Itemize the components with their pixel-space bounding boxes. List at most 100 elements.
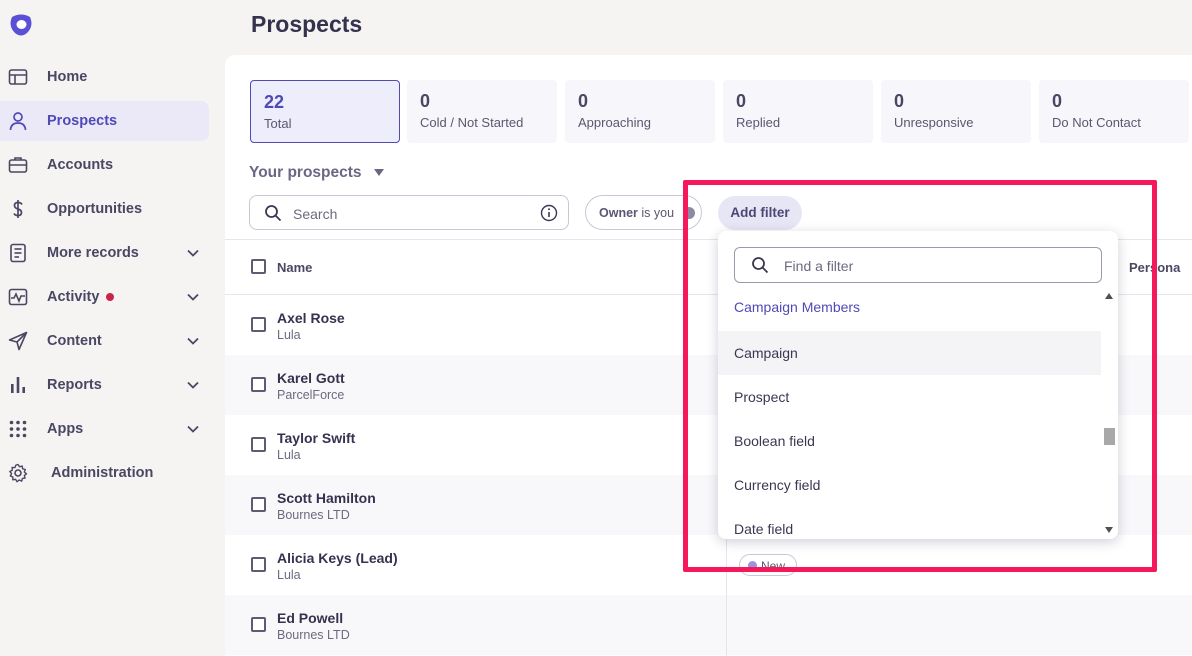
row-checkbox[interactable] [251, 377, 266, 392]
sidebar-item-reports[interactable]: Reports [0, 365, 209, 405]
status-badge: New [739, 554, 797, 576]
stat-label: Total [264, 116, 292, 131]
row-checkbox[interactable] [251, 437, 266, 452]
prospect-company: Lula [277, 448, 301, 462]
filter-option-label: Prospect [734, 389, 790, 405]
select-all-checkbox[interactable] [251, 259, 266, 274]
sidebar-item-apps[interactable]: Apps [0, 409, 209, 449]
activity-icon [8, 288, 28, 306]
column-header-persona[interactable]: Persona [1129, 260, 1180, 275]
grid-icon [9, 420, 27, 438]
scrollbar-thumb[interactable] [1104, 428, 1115, 445]
filter-option-label: Date field [734, 521, 794, 537]
prospect-company: Bournes LTD [277, 628, 350, 642]
sidebar: Home Prospects Accounts Opportunities Mo… [0, 0, 225, 656]
stat-value: 0 [1052, 91, 1063, 111]
stat-total[interactable]: 22 Total [250, 80, 400, 143]
sidebar-item-label: Accounts [47, 157, 114, 173]
sidebar-item-label: Administration [51, 465, 154, 481]
outreach-logo-icon[interactable] [8, 12, 34, 38]
filter-option-date-field[interactable]: Date field [718, 507, 1101, 539]
chevron-down-icon[interactable] [186, 378, 200, 392]
filter-option-boolean-field[interactable]: Boolean field [718, 419, 1101, 463]
filter-option-prospect[interactable]: Prospect [718, 375, 1101, 419]
prospect-name[interactable]: Alicia Keys (Lead) [277, 550, 398, 566]
scroll-down-arrow-icon[interactable] [1105, 527, 1113, 533]
stat-value: 0 [578, 91, 589, 111]
find-filter-input[interactable]: Find a filter [734, 247, 1102, 283]
find-filter-placeholder: Find a filter [784, 258, 854, 274]
records-icon [10, 243, 26, 263]
prospect-name[interactable]: Taylor Swift [277, 430, 355, 446]
gear-icon [9, 463, 28, 483]
stat-do-not-contact[interactable]: 0 Do Not Contact [1039, 80, 1189, 143]
filter-option-label: Campaign [734, 345, 798, 361]
search-icon [265, 205, 282, 222]
stat-value: 0 [420, 91, 431, 111]
prospect-name[interactable]: Ed Powell [277, 610, 343, 626]
prospect-name[interactable]: Scott Hamilton [277, 490, 376, 506]
sidebar-item-prospects[interactable]: Prospects [0, 101, 209, 141]
info-icon[interactable] [540, 204, 558, 222]
filter-group-label: Campaign Members [734, 299, 861, 315]
bar-chart-icon [11, 377, 25, 393]
sidebar-item-home[interactable]: Home [0, 57, 209, 97]
row-checkbox[interactable] [251, 317, 266, 332]
scroll-up-arrow-icon[interactable] [1105, 293, 1113, 299]
badge-label: New [761, 559, 786, 573]
stat-value: 0 [894, 91, 905, 111]
sidebar-item-more-records[interactable]: More records [0, 233, 209, 273]
chevron-down-icon[interactable] [186, 334, 200, 348]
caret-down-icon[interactable] [373, 168, 385, 178]
chevron-down-icon[interactable] [186, 290, 200, 304]
sidebar-item-accounts[interactable]: Accounts [0, 145, 209, 185]
dollar-icon [13, 200, 23, 218]
chevron-down-icon[interactable] [186, 422, 200, 436]
row-checkbox[interactable] [251, 617, 266, 632]
person-icon [9, 112, 27, 131]
sidebar-item-label: Opportunities [47, 201, 143, 217]
sidebar-item-label: Home [47, 69, 88, 85]
stat-approaching[interactable]: 0 Approaching [565, 80, 715, 143]
filter-option-currency-field[interactable]: Currency field [718, 463, 1101, 507]
stat-label: Approaching [578, 115, 651, 130]
column-header-name[interactable]: Name [277, 260, 312, 275]
sidebar-item-label: Activity [47, 289, 100, 305]
filter-option-label: Boolean field [734, 433, 815, 449]
sidebar-item-activity[interactable]: Activity [0, 277, 209, 317]
badge-dot [748, 561, 757, 570]
prospect-name[interactable]: Axel Rose [277, 310, 345, 326]
sidebar-item-administration[interactable]: Administration [0, 453, 209, 493]
search-input[interactable]: Search [249, 195, 569, 230]
stat-value: 0 [736, 91, 747, 111]
prospect-name[interactable]: Karel Gott [277, 370, 345, 386]
sidebar-item-opportunities[interactable]: Opportunities [0, 189, 209, 229]
stat-unresponsive[interactable]: 0 Unresponsive [881, 80, 1031, 143]
stat-label: Do Not Contact [1052, 115, 1141, 130]
stat-value: 22 [264, 92, 285, 112]
page-title: Prospects [251, 11, 363, 37]
owner-filter-key: Owner [599, 206, 638, 220]
stat-replied[interactable]: 0 Replied [723, 80, 873, 143]
close-icon[interactable] [683, 207, 695, 219]
view-selector[interactable]: Your prospects [249, 164, 362, 182]
sidebar-item-label: Content [47, 333, 102, 349]
stat-label: Unresponsive [894, 115, 974, 130]
row-checkbox[interactable] [251, 557, 266, 572]
stat-cold-not-started[interactable]: 0 Cold / Not Started [407, 80, 557, 143]
table-row[interactable]: Ed Powell Bournes LTD [225, 595, 1192, 655]
sidebar-item-content[interactable]: Content [0, 321, 209, 361]
sidebar-nav: Home Prospects Accounts Opportunities Mo… [0, 57, 225, 497]
table-row[interactable]: Alicia Keys (Lead) Lula [225, 535, 1192, 595]
row-checkbox[interactable] [251, 497, 266, 512]
prospect-company: Lula [277, 568, 301, 582]
chevron-down-icon[interactable] [186, 246, 200, 260]
dropdown-scrollbar[interactable] [1101, 289, 1118, 539]
add-filter-button[interactable]: Add filter [718, 196, 802, 230]
prospect-company: Lula [277, 328, 301, 342]
filter-option-campaign[interactable]: Campaign [718, 331, 1101, 375]
prospect-company: ParcelForce [277, 388, 345, 402]
owner-filter-chip[interactable]: Owner is you [585, 195, 702, 230]
search-placeholder: Search [293, 206, 338, 222]
send-icon [8, 331, 28, 351]
